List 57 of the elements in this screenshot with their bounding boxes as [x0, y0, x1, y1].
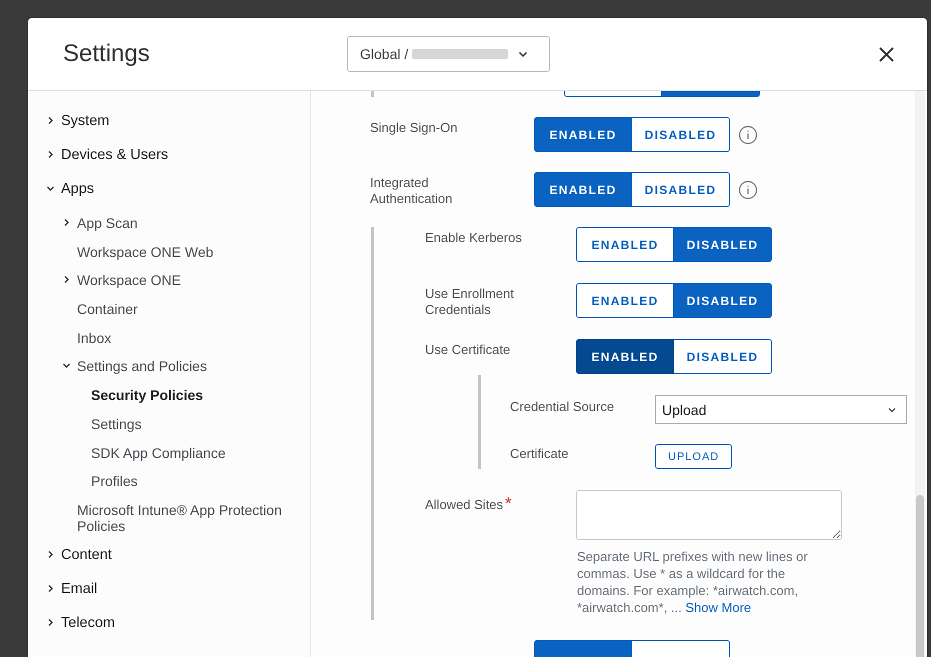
sidebar-item[interactable]: System	[61, 113, 110, 129]
sidebar-item[interactable]: Workspace ONE	[77, 272, 181, 288]
toggle-option[interactable]: DISABLED	[632, 172, 730, 207]
chevron-down-icon[interactable]	[46, 184, 55, 193]
sidebar-item[interactable]: App Scan	[77, 215, 138, 231]
chevron-down-icon[interactable]	[62, 361, 71, 370]
show-more-link[interactable]: Show More	[685, 600, 752, 615]
toggle-option[interactable]: ENABLED	[534, 117, 632, 152]
setting-label: Allowed Sites*	[425, 493, 513, 513]
chevron-right-icon[interactable]	[46, 550, 55, 559]
toggle-option[interactable]: DISABLED	[632, 117, 730, 152]
toggle-option[interactable]: ENABLED	[576, 339, 674, 374]
sidebar-item[interactable]: Inbox	[77, 330, 112, 346]
chevron-right-icon[interactable]	[46, 584, 55, 593]
chevron-down-icon	[888, 406, 896, 412]
setting-label: Certificate	[510, 445, 570, 462]
sidebar-item[interactable]: Apps	[61, 181, 94, 197]
sidebar-item[interactable]: Profiles	[91, 473, 138, 490]
select-field[interactable]: Upload	[655, 395, 907, 424]
close-button[interactable]	[878, 46, 895, 62]
chevron-right-icon[interactable]	[46, 618, 55, 627]
setting-label: Credential Source	[510, 398, 616, 415]
scrollbar[interactable]	[915, 91, 925, 657]
chevron-down-icon	[518, 50, 528, 58]
sidebar-item[interactable]: Settings and Policies	[77, 358, 207, 374]
setting-label: Integrated Authentication	[370, 174, 454, 207]
chevron-right-icon[interactable]	[62, 218, 71, 227]
toggle-option[interactable]: DISABLED	[674, 227, 772, 262]
toggle-option[interactable]: DISABLED	[674, 283, 772, 318]
sidebar-item[interactable]: SDK App Compliance	[91, 444, 226, 460]
chevron-right-icon[interactable]	[62, 275, 71, 284]
window-title: Settings	[63, 40, 151, 68]
setting-label: Use Certificate	[425, 341, 512, 358]
toggle-option[interactable]: ENABLED	[576, 227, 674, 262]
help-text: Separate URL prefixes with new lines or commas. Use * as a wildcard for the domains. For example: *airwatch.com, *airwatch.com*, ... Show More	[577, 548, 809, 616]
sidebar-item[interactable]: Workspace ONE Web	[77, 244, 214, 260]
sidebar-item[interactable]: Content	[61, 546, 112, 563]
sidebar-item[interactable]: Microsoft Intune® App Protection Policies	[77, 502, 302, 534]
sidebar-item[interactable]: Settings	[91, 416, 142, 432]
chevron-right-icon[interactable]	[46, 150, 55, 159]
info-icon[interactable]	[738, 180, 758, 200]
upload-button[interactable]: UPLOAD	[655, 444, 732, 469]
setting-label: Single Sign-On	[370, 119, 458, 136]
chevron-right-icon[interactable]	[46, 116, 55, 125]
setting-label: Use Enrollment Credentials	[425, 285, 515, 318]
sidebar-item[interactable]: Security Policies	[91, 387, 204, 404]
info-icon[interactable]	[738, 124, 758, 144]
setting-label: Enable Kerberos	[425, 229, 523, 246]
toggle-option[interactable]: DISABLED	[674, 339, 772, 374]
toggle-option[interactable]: ENABLED	[576, 283, 674, 318]
toggle-option[interactable]: ENABLED	[534, 172, 632, 207]
scope-dropdown[interactable]: Global /	[347, 36, 550, 72]
sidebar-item[interactable]: Telecom	[61, 614, 115, 631]
sidebar-item[interactable]: Devices & Users	[61, 147, 168, 163]
required-mark: *	[505, 494, 512, 513]
sidebar-item[interactable]: Email	[61, 580, 98, 597]
sidebar-item[interactable]: Container	[77, 301, 138, 318]
